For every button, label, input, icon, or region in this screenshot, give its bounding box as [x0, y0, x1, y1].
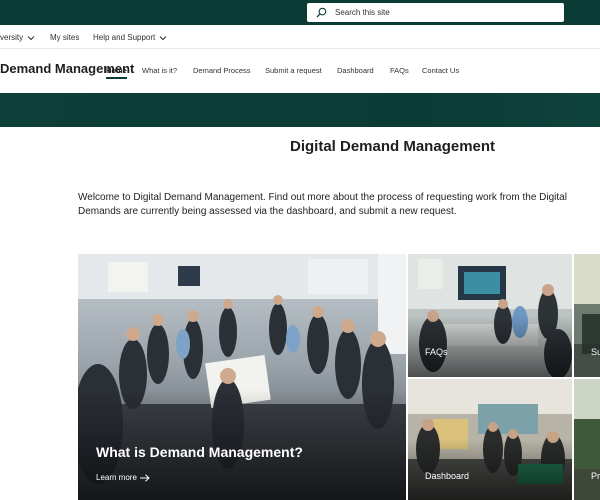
hub-nav-help-support[interactable]: Help and Support [93, 33, 167, 42]
intro-line-1: Welcome to Digital Demand Management. Fi… [78, 192, 567, 203]
tile-process[interactable]: Pr [574, 379, 600, 500]
hub-nav-label: My sites [50, 33, 80, 42]
nav-demand-process[interactable]: Demand Process [193, 66, 251, 75]
tile-dashboard[interactable]: Dashboard [408, 379, 572, 500]
tile-faqs[interactable]: FAQs [408, 254, 572, 377]
learn-more-link[interactable]: Learn more [96, 473, 150, 482]
hub-navigation: University My sites Help and Support [0, 25, 600, 49]
intro-text: Welcome to Digital Demand Management. Fi… [78, 191, 600, 219]
meeting-room-photo [408, 254, 572, 377]
intro-line-2: Demands are currently being assessed via… [78, 206, 457, 217]
nav-what-is-it[interactable]: What is it? [142, 66, 177, 75]
search-placeholder: Search this site [335, 8, 390, 17]
tile-what-is-demand-management[interactable]: What is Demand Management? Learn more [78, 254, 406, 500]
group-meeting-photo [78, 254, 406, 500]
nav-home[interactable]: Home [106, 66, 127, 75]
suite-bar: Search this site [0, 0, 600, 25]
page-title: Digital Demand Management [290, 138, 496, 155]
search-icon [316, 7, 327, 18]
tile-label: Su [591, 347, 600, 357]
tile-submit[interactable]: Su [574, 254, 600, 377]
hero-band [0, 93, 600, 127]
search-box[interactable]: Search this site [307, 3, 564, 22]
tile-label: Dashboard [425, 471, 470, 481]
active-nav-indicator [106, 77, 127, 79]
nav-contact-us[interactable]: Contact Us [422, 66, 459, 75]
tile-label: Pr [591, 471, 600, 481]
tile-label: FAQs [425, 347, 448, 357]
site-header: Demand Management Home What is it? Deman… [0, 49, 600, 93]
nav-submit-request[interactable]: Submit a request [265, 66, 322, 75]
hub-nav-university[interactable]: University [0, 33, 35, 42]
garden-photo [574, 379, 600, 500]
nav-faqs[interactable]: FAQs [390, 66, 409, 75]
chevron-down-icon [27, 35, 35, 40]
hub-nav-label: Help and Support [93, 33, 156, 42]
learn-more-label: Learn more [96, 473, 137, 482]
nav-dashboard[interactable]: Dashboard [337, 66, 374, 75]
chevron-down-icon [159, 35, 167, 40]
arrow-right-icon [139, 473, 150, 482]
hub-nav-my-sites[interactable]: My sites [50, 33, 79, 42]
hub-nav-label: University [0, 33, 24, 42]
workshop-photo [574, 254, 600, 377]
office-team-photo [408, 379, 572, 500]
tile-title: What is Demand Management? [96, 444, 303, 460]
